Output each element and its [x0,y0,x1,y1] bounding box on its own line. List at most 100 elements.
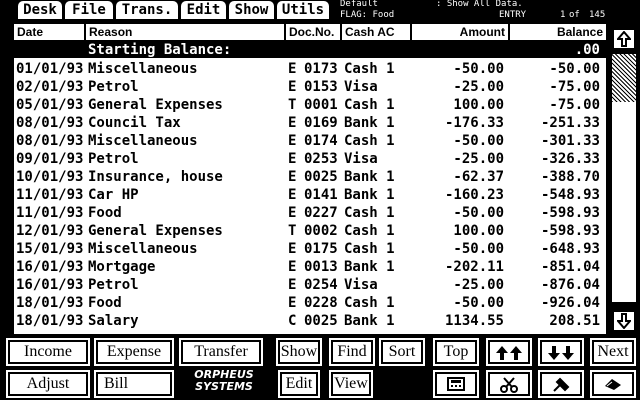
menu-show[interactable]: Show [229,1,274,19]
vertical-scrollbar[interactable] [610,24,640,334]
cell-balance: -301.33 [540,133,600,149]
scroll-up-button[interactable] [612,28,636,50]
income-button[interactable]: Income [8,340,88,364]
adjust-button[interactable]: Adjust [8,372,88,396]
table-row[interactable]: 11/01/93 Food E 0227 Cash 1 -50.00 -598.93 [14,204,606,222]
cell-account: Visa [344,277,378,293]
menu-edit[interactable]: Edit [181,1,226,19]
top-button[interactable]: Top [435,340,477,364]
cell-account: Cash 1 [344,241,395,257]
table-row[interactable]: 02/01/93 Petrol E 0153 Visa -25.00 -75.00 [14,78,606,96]
arrow-up-icon [615,30,633,47]
calculator-button[interactable] [435,372,477,396]
transfer-button[interactable]: Transfer [181,340,261,364]
cell-amount: -62.37 [453,169,504,185]
table-row[interactable]: 16/01/93 Mortgage E 0013 Bank 1 -202.11 -851.0… [14,258,606,276]
column-header-date[interactable]: Date [14,24,86,40]
cell-reason: General Expenses [88,223,223,239]
cell-amount: -50.00 [453,133,504,149]
sort-button[interactable]: Sort [381,340,423,364]
cell-account: Visa [344,79,378,95]
cell-date: 11/01/93 [16,187,84,203]
cell-amount: -50.00 [453,241,504,257]
column-header-reason[interactable]: Reason [86,24,286,40]
table-row[interactable]: 05/01/93 General Expenses T 0001 Cash 1 100.0… [14,96,606,114]
cell-doc: 0025 [304,313,338,329]
cell-balance: -548.93 [540,187,600,203]
tools-icon [553,377,570,392]
cell-type: T [288,97,297,113]
cell-type: T [288,223,297,239]
table-row[interactable]: 11/01/93 Car HP E 0141 Bank 1 -160.23 -548.93 [14,186,606,204]
column-header-balance[interactable]: Balance [510,24,606,40]
cell-account: Cash 1 [344,295,395,311]
expense-button[interactable]: Expense [96,340,172,364]
entry-label: ENTRY [499,10,527,20]
entry-total: 145 [589,10,606,20]
table-row[interactable]: 10/01/93 Insurance, house E 0025 Bank 1 -62.3… [14,168,606,186]
view-button[interactable]: View [331,372,371,396]
next-button[interactable]: Next [592,340,634,364]
cell-reason: Council Tax [88,115,181,131]
table-row[interactable]: 15/01/93 Miscellaneous E 0175 Cash 1 -50.00 -6… [14,240,606,258]
cell-doc: 0002 [304,223,338,239]
cell-amount: 100.00 [453,223,504,239]
table-row[interactable]: 16/01/93 Petrol E 0254 Visa -25.00 -876.04 [14,276,606,294]
table-row[interactable]: 08/01/93 Council Tax E 0169 Bank 1 -176.33 -25… [14,114,606,132]
cell-doc: 0228 [304,295,338,311]
column-header-amount[interactable]: Amount [412,24,510,40]
bill-button[interactable]: Bill [96,372,172,396]
cell-amount: -50.00 [453,205,504,221]
table-row[interactable]: 08/01/93 Miscellaneous E 0174 Cash 1 -50.00 -3… [14,132,606,150]
cut-button[interactable] [488,372,530,396]
menu-desk[interactable]: Desk [18,1,62,19]
column-header-cash-ac[interactable]: Cash AC [342,24,412,40]
cell-balance: -50.00 [549,61,600,77]
page-down-button[interactable] [540,340,582,364]
cell-type: E [288,187,297,203]
cell-type: E [288,115,297,131]
menu-trans[interactable]: Trans. [116,1,178,19]
erase-button[interactable] [592,372,634,396]
filter-name: Default [340,0,378,9]
cell-reason: Petrol [88,79,139,95]
table-row[interactable]: 09/01/93 Petrol E 0253 Visa -25.00 -326.33 [14,150,606,168]
scroll-thumb[interactable] [612,54,636,102]
cell-reason: Salary [88,313,139,329]
menu-file[interactable]: File [65,1,113,19]
cell-type: E [288,259,297,275]
cell-type: E [288,61,297,77]
table-row[interactable]: 12/01/93 General Expenses T 0002 Cash 1 100.0… [14,222,606,240]
cell-amount: -176.33 [444,115,504,131]
cell-type: E [288,295,297,311]
cell-doc: 0153 [304,79,338,95]
cell-type: E [288,133,297,149]
cell-doc: 0253 [304,151,338,167]
menu-bar: Desk File Trans. Edit Show Utils Default… [0,0,640,20]
cell-account: Bank 1 [344,259,395,275]
cell-balance: -648.93 [540,241,600,257]
show-button[interactable]: Show [278,340,320,364]
cell-balance: -75.00 [549,97,600,113]
table-row[interactable]: 18/01/93 Salary C 0025 Bank 1 1134.55 208.51 [14,312,606,330]
cell-amount: -50.00 [453,61,504,77]
cell-date: 16/01/93 [16,259,84,275]
scissors-icon [500,377,518,393]
cell-type: C [288,313,297,329]
cell-reason: General Expenses [88,97,223,113]
table-row[interactable]: 18/01/93 Food E 0228 Cash 1 -50.00 -926.04 [14,294,606,312]
tools-button[interactable] [540,372,582,396]
page-up-button[interactable] [488,340,530,364]
edit-button[interactable]: Edit [280,372,318,396]
find-button[interactable]: Find [331,340,373,364]
table-row[interactable]: 01/01/93 Miscellaneous E 0173 Cash 1 -50.00 -5… [14,60,606,78]
cell-type: E [288,277,297,293]
menu-utils[interactable]: Utils [277,1,329,19]
cell-doc: 0025 [304,169,338,185]
cell-balance: -926.04 [540,295,600,311]
column-header-docno[interactable]: Doc.No. [286,24,342,40]
starting-balance-row[interactable]: Starting Balance: .00 [14,42,606,58]
cell-balance: -598.93 [540,205,600,221]
scroll-down-button[interactable] [612,310,636,332]
flag-status: FLAG: Food [340,10,395,20]
